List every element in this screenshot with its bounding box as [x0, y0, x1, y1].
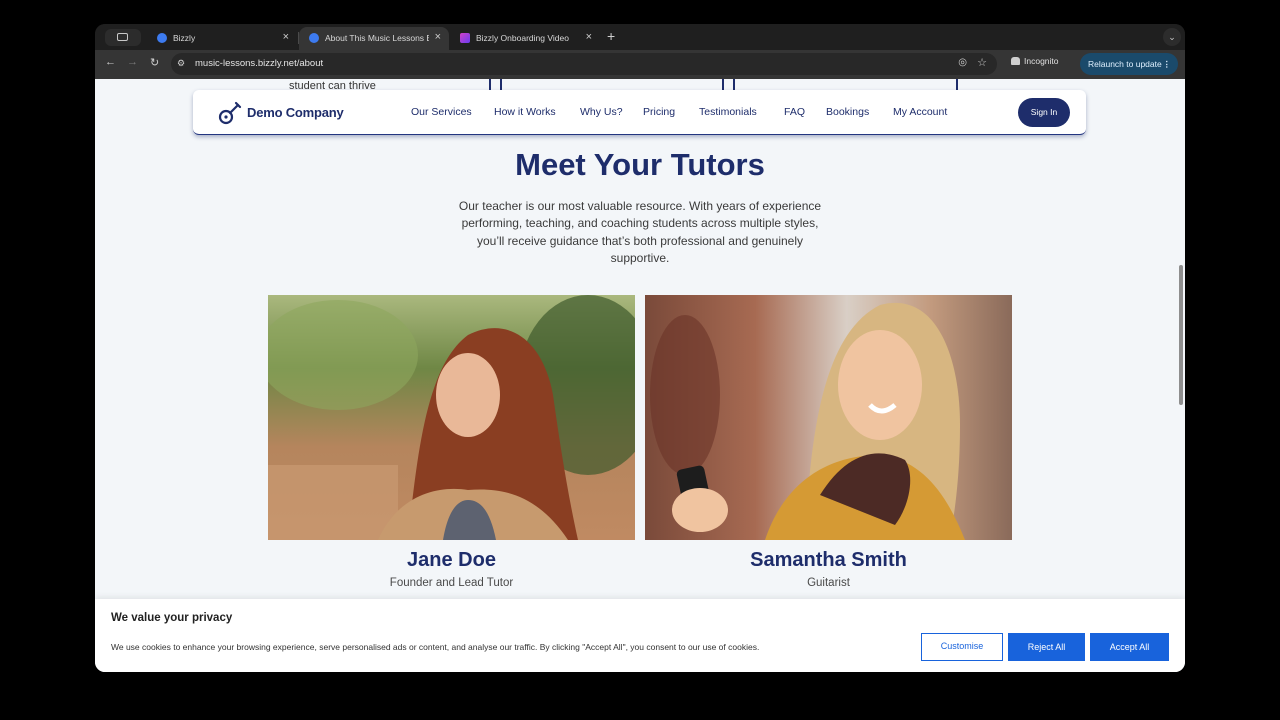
address-bar[interactable]: ⚙ music-lessons.bizzly.net/about ◎ ☆ — [171, 53, 997, 75]
reject-all-button[interactable]: Reject All — [1008, 633, 1085, 661]
nav-my-account[interactable]: My Account — [893, 106, 947, 118]
close-tab-icon[interactable]: × — [435, 31, 441, 43]
bizzly-favicon-icon — [309, 33, 319, 43]
tab-title: About This Music Lessons Bu — [325, 33, 429, 43]
nav-how-it-works[interactable]: How it Works — [494, 106, 556, 118]
tutor-name: Samantha Smith — [750, 549, 907, 571]
tutor-photo-jane-doe — [268, 295, 635, 540]
close-tab-icon[interactable]: × — [283, 31, 289, 43]
company-logo-text[interactable]: Demo Company — [247, 105, 344, 120]
reload-icon[interactable]: ↻ — [150, 56, 159, 69]
nav-faq[interactable]: FAQ — [784, 106, 805, 118]
accept-all-button[interactable]: Accept All — [1090, 633, 1169, 661]
tab-strip: Bizzly × About This Music Lessons Bu × B… — [95, 24, 1185, 50]
site-header: Demo Company Our Services How it Works W… — [193, 90, 1086, 135]
browser-toolbar: ← → ↻ ⚙ music-lessons.bizzly.net/about ◎… — [95, 50, 1185, 79]
tutor-portrait-illustration — [650, 302, 965, 540]
section-title: Meet Your Tutors — [515, 147, 765, 182]
nav-pricing[interactable]: Pricing — [643, 106, 675, 118]
tab-about[interactable]: About This Music Lessons Bu × — [299, 27, 449, 50]
tab-title: Bizzly Onboarding Video — [476, 33, 569, 43]
sign-in-button[interactable]: Sign In — [1018, 98, 1070, 127]
close-tab-icon[interactable]: × — [586, 31, 592, 43]
tutor-name: Jane Doe — [407, 549, 496, 571]
bookmark-star-icon[interactable]: ☆ — [977, 56, 987, 69]
nav-our-services[interactable]: Our Services — [411, 106, 472, 118]
section-description: Our teacher is our most valuable resourc… — [458, 199, 822, 266]
guitar-logo-icon[interactable] — [217, 100, 243, 126]
back-icon[interactable]: ← — [105, 56, 116, 68]
tutor-portrait-illustration — [268, 295, 635, 540]
browser-window: Bizzly × About This Music Lessons Bu × B… — [95, 24, 1185, 672]
customise-cookies-button[interactable]: Customise — [921, 633, 1003, 661]
page-viewport: student can thrive Demo Company Our Serv… — [95, 79, 1185, 672]
nav-bookings[interactable]: Bookings — [826, 106, 869, 118]
tracking-protection-icon[interactable]: ◎ — [958, 57, 967, 68]
incognito-icon — [1011, 57, 1020, 65]
incognito-label: Incognito — [1024, 56, 1059, 66]
tab-title: Bizzly — [173, 33, 196, 43]
tutor-role: Guitarist — [807, 577, 850, 589]
tab-onboarding-video[interactable]: Bizzly Onboarding Video × — [450, 27, 600, 50]
nav-why-us[interactable]: Why Us? — [580, 106, 623, 118]
menu-dots-icon[interactable]: ⋮ — [1163, 53, 1172, 75]
nav-testimonials[interactable]: Testimonials — [699, 106, 757, 118]
video-favicon-icon — [460, 33, 470, 43]
cookie-consent-banner: We value your privacy We use cookies to … — [95, 599, 1185, 672]
incognito-indicator[interactable]: Incognito — [1011, 56, 1059, 66]
tutor-role: Founder and Lead Tutor — [389, 577, 514, 589]
page-scrollbar[interactable] — [1179, 265, 1183, 405]
forward-icon[interactable]: → — [127, 56, 138, 68]
cookie-text: We use cookies to enhance your browsing … — [111, 642, 760, 652]
url-text[interactable]: music-lessons.bizzly.net/about — [195, 58, 323, 69]
site-settings-icon[interactable]: ⚙ — [177, 58, 185, 69]
bizzly-favicon-icon — [157, 33, 167, 43]
tab-groups-icon — [117, 33, 128, 41]
cookie-title: We value your privacy — [111, 612, 233, 624]
tab-bizzly[interactable]: Bizzly × — [147, 27, 297, 50]
tab-actions-button[interactable] — [105, 29, 141, 46]
relaunch-label: Relaunch to update — [1088, 59, 1162, 69]
tab-search-icon[interactable]: ⌄ — [1163, 28, 1181, 46]
tutor-photo-samantha-smith — [645, 295, 1012, 540]
new-tab-icon[interactable]: + — [607, 28, 615, 44]
relaunch-button[interactable]: Relaunch to update ⋮ — [1080, 53, 1178, 75]
